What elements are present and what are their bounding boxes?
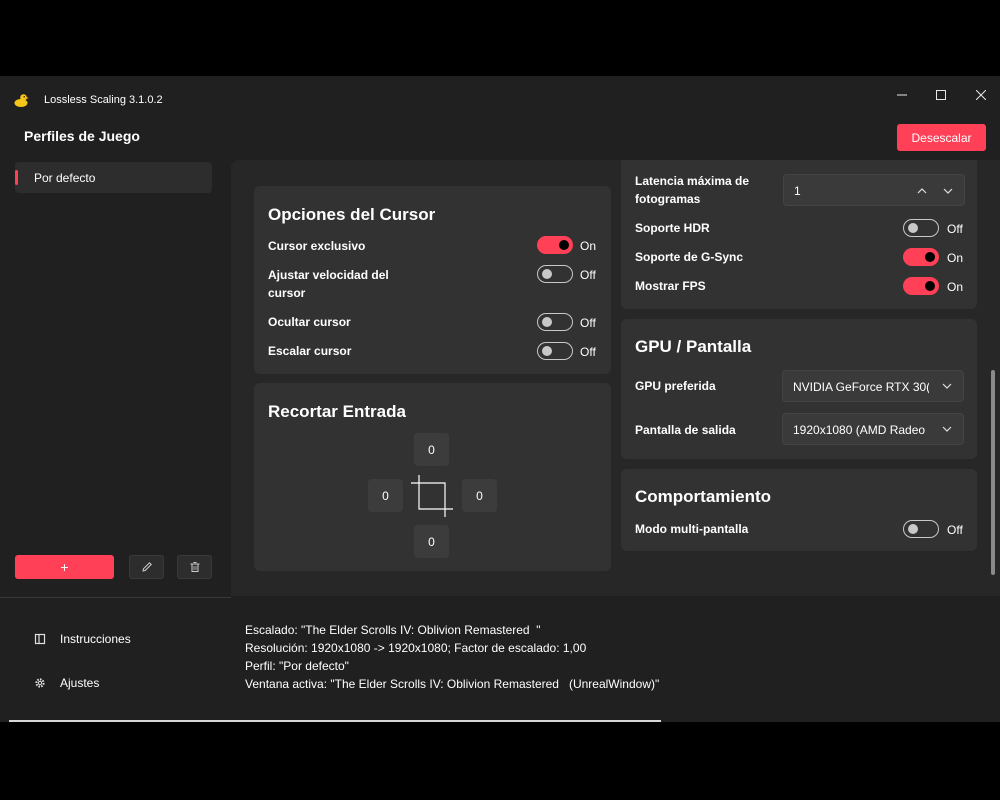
close-icon: [976, 90, 986, 100]
cursor-exclusive-toggle[interactable]: [537, 236, 573, 254]
status-panel: Escalado: "The Elder Scrolls IV: Oblivio…: [245, 621, 659, 693]
toggle-knob: [925, 252, 935, 262]
scale-cursor-label: Escalar cursor: [268, 344, 352, 358]
toggle-knob: [908, 223, 918, 233]
show-fps-toggle[interactable]: [903, 277, 939, 295]
hdr-toggle[interactable]: [903, 219, 939, 237]
bottom-border: [9, 720, 661, 722]
add-profile-button[interactable]: +: [15, 555, 114, 579]
gsync-state: On: [947, 251, 964, 265]
hide-cursor-state: Off: [580, 316, 596, 330]
hide-cursor-toggle[interactable]: [537, 313, 573, 331]
crop-top-input[interactable]: 0: [414, 433, 449, 466]
scale-cursor-toggle[interactable]: [537, 342, 573, 360]
sidebar-divider: [0, 597, 231, 598]
selected-indicator: [15, 170, 18, 185]
cursor-exclusive-state: On: [580, 239, 597, 253]
edit-profile-button[interactable]: [129, 555, 164, 579]
preferred-gpu-select[interactable]: NVIDIA GeForce RTX 30(: [782, 370, 964, 402]
output-display-value: 1920x1080 (AMD Radeo: [793, 423, 926, 437]
max-latency-stepper[interactable]: 1: [783, 174, 965, 206]
nav-item-instructions[interactable]: Instrucciones: [34, 629, 131, 649]
minimize-button[interactable]: [882, 84, 922, 106]
gpu-display-card: GPU / Pantalla GPU preferida NVIDIA GeFo…: [621, 319, 977, 459]
hdr-label: Soporte HDR: [635, 221, 710, 235]
book-icon: [34, 633, 46, 645]
cursor-speed-label: Ajustar velocidad del cursor: [268, 268, 389, 300]
crop-icon: [411, 475, 453, 517]
frame-options-card: Latencia máxima de fotogramas 1 Soporte …: [621, 160, 977, 309]
page-title: Perfiles de Juego: [24, 128, 140, 144]
cursor-exclusive-label: Cursor exclusivo: [268, 239, 366, 253]
behavior-card: Comportamiento Modo multi-pantalla Off: [621, 469, 977, 551]
status-resolution: Resolución: 1920x1080 -> 1920x1080; Fact…: [245, 641, 587, 655]
maximize-button[interactable]: [921, 84, 961, 106]
hdr-state: Off: [947, 222, 963, 236]
max-latency-value: 1: [794, 184, 801, 198]
unscale-button[interactable]: Desescalar: [897, 124, 986, 151]
chevron-up-icon[interactable]: [916, 185, 928, 197]
cursor-options-title: Opciones del Cursor: [268, 205, 436, 224]
profile-item-default[interactable]: Por defecto: [15, 162, 212, 193]
show-fps-state: On: [947, 280, 964, 294]
pencil-icon: [141, 562, 152, 572]
gpu-display-title: GPU / Pantalla: [635, 337, 752, 356]
cursor-speed-state: Off: [580, 268, 596, 282]
crop-left-input[interactable]: 0: [368, 479, 403, 512]
app-window: Lossless Scaling 3.1.0.2 Perfiles de Jue…: [0, 76, 1000, 722]
output-display-label: Pantalla de salida: [635, 423, 736, 437]
status-active-window: Ventana activa: "The Elder Scrolls IV: O…: [245, 677, 660, 691]
toggle-knob: [542, 346, 552, 356]
toggle-knob: [542, 269, 552, 279]
toggle-knob: [542, 317, 552, 327]
cursor-options-card: Opciones del Cursor Cursor exclusivo On …: [254, 186, 611, 374]
cursor-speed-toggle[interactable]: [537, 265, 573, 283]
hide-cursor-label: Ocultar cursor: [268, 315, 351, 329]
crop-bottom-input[interactable]: 0: [414, 525, 449, 558]
max-latency-label: Latencia máxima de fotogramas: [635, 174, 750, 206]
vertical-scrollbar[interactable]: [991, 370, 995, 575]
gsync-toggle[interactable]: [903, 248, 939, 266]
profile-item-label: Por defecto: [34, 171, 96, 185]
chevron-down-icon: [942, 426, 952, 432]
nav-item-settings[interactable]: Ajustes: [34, 673, 99, 693]
output-display-select[interactable]: 1920x1080 (AMD Radeo: [782, 413, 964, 445]
scale-cursor-state: Off: [580, 345, 596, 359]
crop-right-input[interactable]: 0: [462, 479, 497, 512]
nav-item-label: Ajustes: [60, 676, 100, 690]
chevron-down-icon[interactable]: [942, 185, 954, 197]
delete-profile-button[interactable]: [177, 555, 212, 579]
multi-display-toggle[interactable]: [903, 520, 939, 538]
preferred-gpu-label: GPU preferida: [635, 379, 716, 393]
show-fps-label: Mostrar FPS: [635, 279, 706, 293]
close-button[interactable]: [961, 84, 1000, 106]
minimize-icon: [897, 94, 907, 96]
trash-icon: [190, 562, 199, 572]
status-profile: Perfil: "Por defecto": [245, 659, 349, 673]
multi-display-label: Modo multi-pantalla: [635, 522, 749, 536]
maximize-icon: [936, 90, 946, 100]
crop-input-title: Recortar Entrada: [268, 402, 406, 421]
settings-panel[interactable]: Opciones del Cursor Cursor exclusivo On …: [231, 160, 1000, 596]
crop-input-card: Recortar Entrada 0 0 0 0: [254, 383, 611, 571]
toggle-knob: [925, 281, 935, 291]
status-scaling: Escalado: "The Elder Scrolls IV: Oblivio…: [245, 623, 541, 637]
multi-display-state: Off: [947, 523, 963, 537]
title-bar: Lossless Scaling 3.1.0.2: [0, 76, 1000, 122]
duck-logo-icon: [14, 94, 29, 107]
toggle-knob: [908, 524, 918, 534]
window-title: Lossless Scaling 3.1.0.2: [44, 94, 163, 106]
gear-icon: [34, 677, 46, 689]
behavior-title: Comportamiento: [635, 487, 771, 506]
toggle-knob: [559, 240, 569, 250]
nav-item-label: Instrucciones: [60, 632, 131, 646]
preferred-gpu-value: NVIDIA GeForce RTX 30(: [793, 380, 929, 394]
gsync-label: Soporte de G-Sync: [635, 250, 744, 264]
chevron-down-icon: [942, 383, 952, 389]
